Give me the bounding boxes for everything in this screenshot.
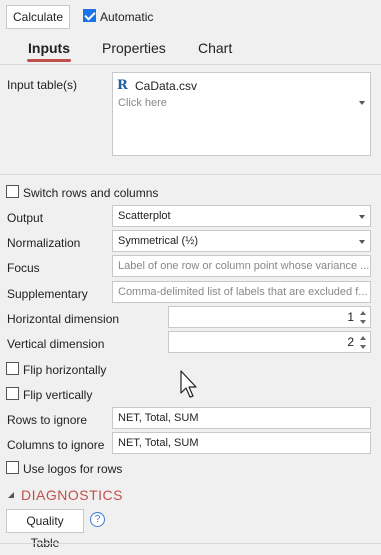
supplementary-label: Supplementary bbox=[7, 287, 88, 301]
supplementary-input[interactable]: Comma-delimited list of labels that are … bbox=[112, 281, 371, 303]
supplementary-placeholder: Comma-delimited list of labels that are … bbox=[118, 286, 368, 298]
rows-to-ignore-value: NET, Total, SUM bbox=[118, 412, 199, 424]
focus-placeholder: Label of one row or column point whose v… bbox=[118, 260, 370, 272]
automatic-checkbox[interactable] bbox=[83, 9, 96, 22]
vertical-dimension-label: Vertical dimension bbox=[7, 337, 105, 351]
help-icon[interactable]: ? bbox=[90, 512, 105, 527]
chevron-down-icon bbox=[359, 240, 365, 244]
input-table-add[interactable]: Click here bbox=[118, 97, 167, 109]
columns-to-ignore-label: Columns to ignore bbox=[7, 438, 105, 452]
rows-to-ignore-input[interactable]: NET, Total, SUM bbox=[112, 407, 371, 429]
automatic-label: Automatic bbox=[100, 10, 154, 24]
spin-up-icon[interactable] bbox=[358, 308, 368, 317]
chevron-down-icon[interactable] bbox=[359, 101, 365, 105]
normalization-select[interactable]: Symmetrical (½) bbox=[112, 230, 371, 252]
bottom-divider bbox=[0, 543, 381, 544]
tab-chart[interactable]: Chart bbox=[198, 40, 232, 56]
flip-vertically-checkbox[interactable] bbox=[6, 387, 19, 400]
r-file-icon: R bbox=[117, 78, 128, 93]
focus-label: Focus bbox=[7, 261, 40, 275]
vertical-dimension-stepper[interactable]: 2 bbox=[168, 331, 371, 353]
normalization-value: Symmetrical (½) bbox=[118, 235, 199, 247]
calculate-button[interactable]: Calculate bbox=[6, 5, 70, 29]
diagnostics-header[interactable]: DIAGNOSTICS bbox=[21, 487, 123, 503]
normalization-label: Normalization bbox=[7, 236, 81, 250]
flip-horizontally-checkbox[interactable] bbox=[6, 362, 19, 375]
flip-horizontally-label: Flip horizontally bbox=[23, 363, 107, 377]
active-tab-indicator bbox=[27, 59, 71, 62]
focus-input[interactable]: Label of one row or column point whose v… bbox=[112, 255, 371, 277]
output-select[interactable]: Scatterplot bbox=[112, 205, 371, 227]
horizontal-dimension-label: Horizontal dimension bbox=[7, 312, 120, 326]
mouse-cursor-icon bbox=[180, 370, 197, 398]
horizontal-dimension-value: 1 bbox=[347, 310, 354, 324]
rows-to-ignore-label: Rows to ignore bbox=[7, 413, 88, 427]
flip-vertically-label: Flip vertically bbox=[23, 388, 93, 402]
spin-up-icon[interactable] bbox=[358, 333, 368, 342]
spin-down-icon[interactable] bbox=[358, 343, 368, 352]
columns-to-ignore-value: NET, Total, SUM bbox=[118, 437, 199, 449]
switch-rows-label: Switch rows and columns bbox=[23, 186, 159, 200]
tab-properties[interactable]: Properties bbox=[102, 40, 166, 56]
input-table-label: Input table(s) bbox=[7, 78, 78, 92]
columns-to-ignore-input[interactable]: NET, Total, SUM bbox=[112, 432, 371, 454]
vertical-dimension-value: 2 bbox=[347, 335, 354, 349]
horizontal-dimension-stepper[interactable]: 1 bbox=[168, 306, 371, 328]
tab-divider bbox=[0, 64, 381, 65]
chevron-down-icon bbox=[359, 215, 365, 219]
section-divider bbox=[0, 174, 381, 175]
output-value: Scatterplot bbox=[118, 210, 171, 222]
output-label: Output bbox=[7, 211, 44, 225]
input-file-name[interactable]: CaData.csv bbox=[135, 79, 197, 93]
switch-rows-checkbox[interactable] bbox=[6, 185, 19, 198]
spin-down-icon[interactable] bbox=[358, 318, 368, 327]
use-logos-checkbox[interactable] bbox=[6, 461, 19, 474]
toolbar: Calculate Automatic bbox=[0, 0, 381, 32]
use-logos-label: Use logos for rows bbox=[23, 462, 123, 476]
collapse-triangle-icon[interactable] bbox=[7, 491, 15, 499]
tab-inputs[interactable]: Inputs bbox=[28, 40, 70, 56]
quality-table-button[interactable]: Quality Table bbox=[6, 509, 84, 550]
input-table-box[interactable]: R CaData.csv Click here bbox=[112, 72, 371, 156]
